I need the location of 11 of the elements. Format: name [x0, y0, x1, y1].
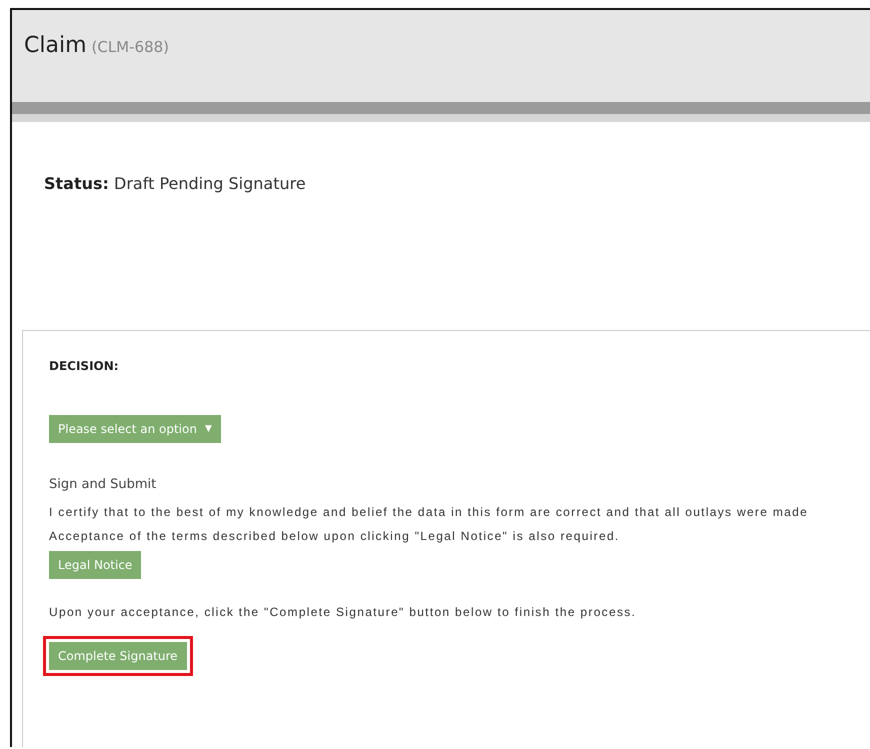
status-text: Status: Draft Pending Signature	[44, 174, 306, 193]
decision-label: DECISION:	[49, 359, 119, 373]
section-title: Sign and Submit	[49, 477, 156, 492]
legal-notice-button[interactable]: Legal Notice	[49, 551, 142, 579]
record-id: (CLM-688)	[92, 37, 170, 56]
acceptance-text: Acceptance of the terms described below upon clicking "Legal Notice" is also required.	[49, 529, 620, 543]
certify-text: I certify that to the best of my knowledge and belief the data in this form are correct and that all outlays were made	[49, 505, 808, 519]
page-title: Claim	[24, 32, 86, 58]
instruction-text: Upon your acceptance, click the "Complete Signature" button below to finish the process.	[49, 605, 636, 619]
option-dropdown[interactable]: Please select an option ▼	[49, 415, 221, 443]
complete-signature-button[interactable]: Complete Signature	[49, 642, 187, 670]
